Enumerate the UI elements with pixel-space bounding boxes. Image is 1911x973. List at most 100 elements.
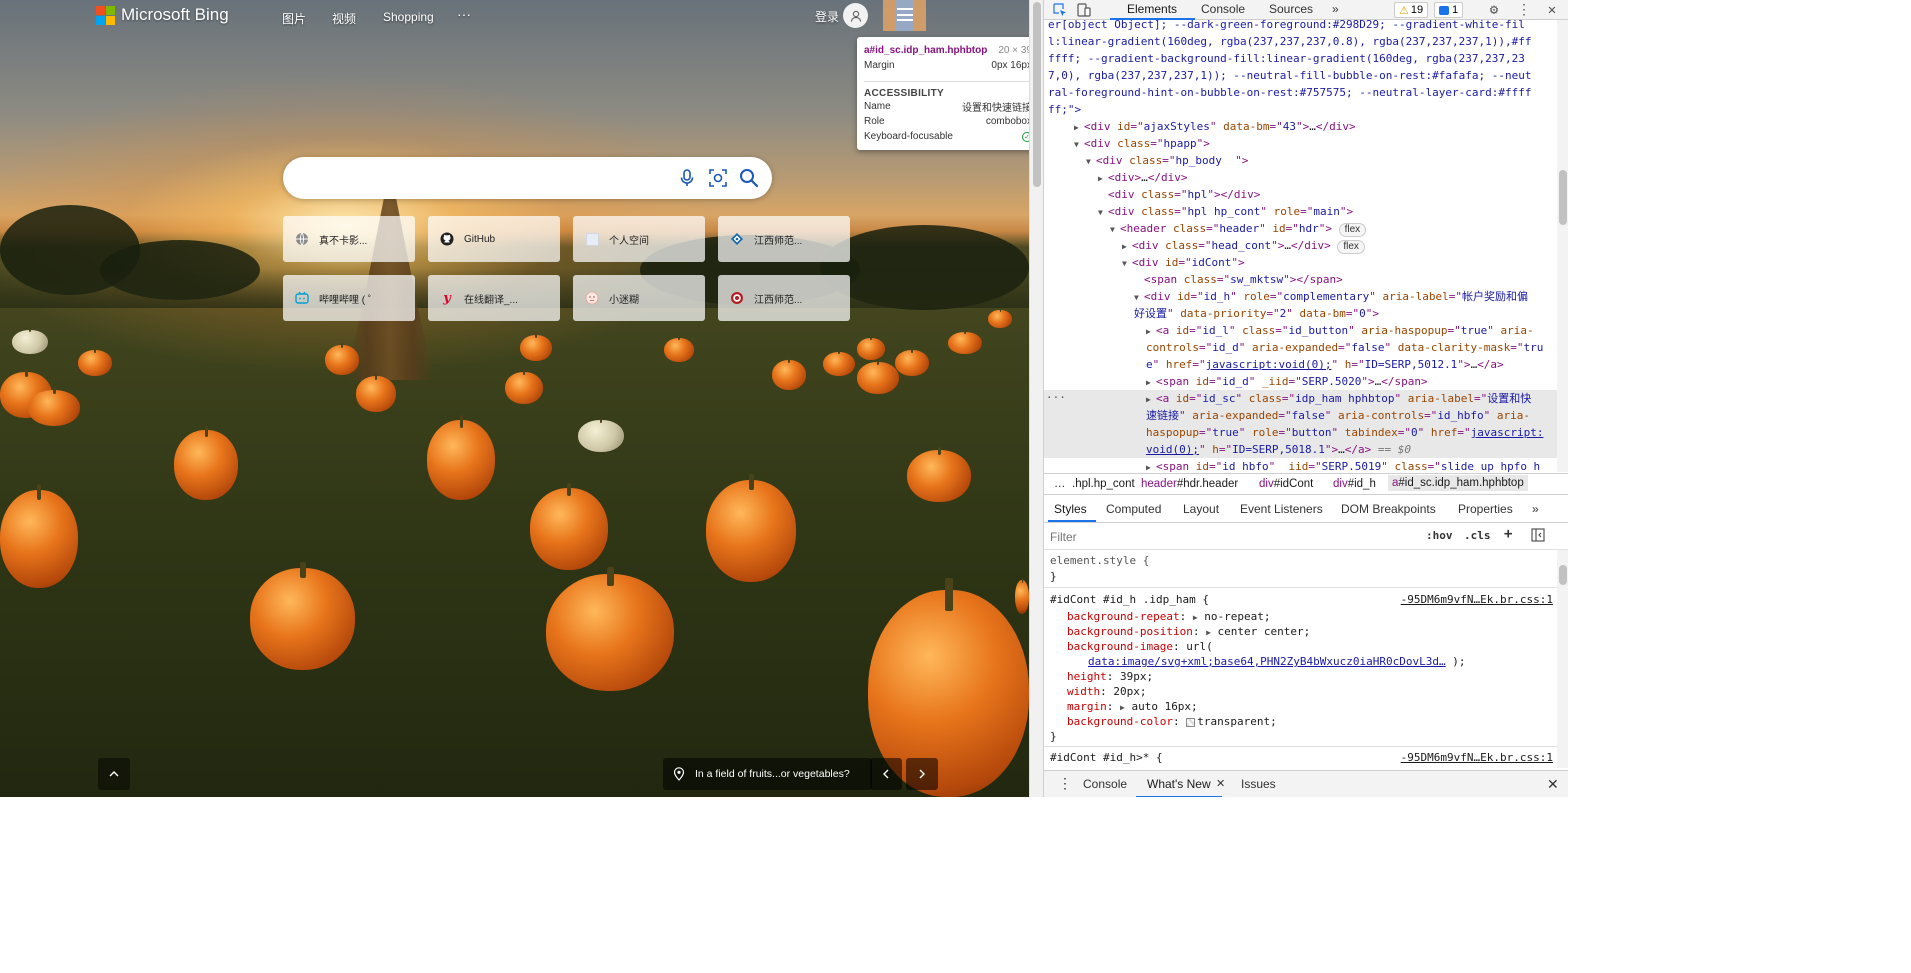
styles-scrollbar[interactable]: [1557, 550, 1568, 768]
href-link[interactable]: void(0);: [1146, 443, 1199, 456]
flex-badge[interactable]: flex: [1338, 223, 1367, 237]
collapse-arrow-icon[interactable]: ▼: [1086, 153, 1096, 170]
more-options-icon[interactable]: ⋮: [1516, 2, 1532, 18]
dom-line[interactable]: ff;">: [1044, 101, 1557, 118]
settings-gear-icon[interactable]: ⚙: [1486, 2, 1502, 18]
css-property[interactable]: background-repeat: ▶ no-repeat;: [1044, 609, 1557, 624]
quicklink-tile[interactable]: 真不卡影...: [283, 216, 415, 262]
bing-logo[interactable]: Microsoft Bing: [96, 5, 229, 25]
dom-tree-scrollbar-thumb[interactable]: [1559, 170, 1567, 225]
close-drawer-icon[interactable]: ✕: [1547, 776, 1559, 793]
expand-arrow-icon[interactable]: ▶: [1146, 459, 1156, 472]
css-property[interactable]: background-position: ▶ center center;: [1044, 624, 1557, 639]
dom-node-hp-cont[interactable]: ▼ <div class="hpl hp_cont" role="main">: [1044, 203, 1557, 220]
drawer-tab-whats-new[interactable]: What's New: [1147, 777, 1211, 791]
dom-line-wrap[interactable]: e" href="javascript:void(0);" h="ID=SERP…: [1044, 356, 1557, 373]
dom-node-id-sc[interactable]: ▶ <a id="id_sc" class="idp_ham hphbtop" a…: [1044, 390, 1557, 407]
dom-node-hpl[interactable]: <div class="hpl"></div>: [1044, 186, 1557, 203]
more-side-tabs-button[interactable]: »: [1532, 502, 1539, 516]
quicklink-tile[interactable]: 江西师范...: [718, 275, 850, 321]
expand-arrow-icon[interactable]: ▶: [1074, 119, 1084, 136]
expand-arrow-icon[interactable]: ▶: [1206, 628, 1211, 637]
sign-in-link[interactable]: 登录: [815, 8, 839, 25]
tab-elements[interactable]: Elements: [1127, 2, 1177, 16]
nav-shopping[interactable]: Shopping: [383, 10, 434, 24]
dom-line-wrap[interactable]: 好设置" data-priority="2" data-bm="0">: [1044, 305, 1557, 322]
search-input[interactable]: [301, 167, 671, 189]
tab-console[interactable]: Console: [1201, 2, 1245, 16]
dom-node-idcont[interactable]: ▼ <div id="idCont">: [1044, 254, 1557, 271]
device-toolbar-icon[interactable]: [1076, 2, 1092, 18]
drawer-tab-console[interactable]: Console: [1083, 777, 1127, 791]
nav-more-icon[interactable]: ···: [457, 6, 471, 22]
dom-line-wrap[interactable]: controls="id_d" aria-expanded="false" da…: [1044, 339, 1557, 356]
breadcrumb-item[interactable]: div#idCont: [1259, 478, 1313, 490]
dom-node-id-l[interactable]: ▶ <a id="id_l" class="id_button" aria-has…: [1044, 322, 1557, 339]
dom-node-ajaxstyles[interactable]: ▶ <div id="ajaxStyles" data-bm="43">…</di…: [1044, 118, 1557, 135]
href-link[interactable]: javascript:: [1471, 426, 1544, 439]
quicklink-tile[interactable]: GitHub: [428, 216, 560, 262]
tab-computed[interactable]: Computed: [1106, 502, 1161, 516]
quicklink-tile[interactable]: 江西师范...: [718, 216, 850, 262]
more-tabs-button[interactable]: »: [1332, 2, 1339, 16]
dom-node-id-d[interactable]: ▶ <span id="id_d" _iid="SERP.5020">…</spa…: [1044, 373, 1557, 390]
dom-tree-scrollbar[interactable]: [1557, 20, 1568, 472]
css-property[interactable]: background-image: url(: [1044, 639, 1557, 654]
styles-scrollbar-thumb[interactable]: [1559, 565, 1567, 585]
dom-node-hpapp[interactable]: ▼ <div class="hpapp">: [1044, 135, 1557, 152]
class-toggle[interactable]: .cls: [1464, 529, 1491, 542]
dom-line[interactable]: ffff; --gradient-background-fill:linear-…: [1044, 50, 1557, 67]
tab-dom-breakpoints[interactable]: DOM Breakpoints: [1341, 502, 1436, 516]
tab-event-listeners[interactable]: Event Listeners: [1240, 502, 1323, 516]
expand-arrow-icon[interactable]: ▶: [1193, 613, 1198, 622]
rule-selector[interactable]: #idCont #id_h .idp_ham { -95DM6m9vfN…Ek.…: [1044, 592, 1557, 607]
toggle-sidebar-icon[interactable]: [1531, 528, 1545, 545]
previous-image-button[interactable]: [870, 758, 902, 790]
quicklink-tile[interactable]: 小迷糊: [573, 275, 705, 321]
scroll-up-button[interactable]: [98, 758, 130, 790]
css-property[interactable]: width: 20px;: [1044, 684, 1557, 699]
css-property[interactable]: height: 39px;: [1044, 669, 1557, 684]
messages-badge[interactable]: 1: [1434, 2, 1464, 18]
dom-line-wrap[interactable]: 速链接" aria-expanded="false" aria-controls…: [1044, 407, 1557, 424]
breadcrumb-item[interactable]: .hpl.hp_cont: [1072, 478, 1135, 490]
breadcrumb-item-selected[interactable]: a#id_sc.idp_ham.hphbtop: [1388, 475, 1528, 491]
collapse-arrow-icon[interactable]: ▼: [1122, 255, 1132, 272]
hamburger-menu-icon[interactable]: [897, 8, 913, 21]
dom-node-id-h[interactable]: ▼ <div id="id_h" role="complementary" ari…: [1044, 288, 1557, 305]
drawer-menu-icon[interactable]: ⋮: [1058, 775, 1072, 792]
warnings-badge[interactable]: ⚠ 19: [1394, 2, 1429, 18]
element-style-selector[interactable]: element.style {: [1044, 553, 1557, 568]
color-swatch-icon[interactable]: [1186, 717, 1196, 727]
next-image-button[interactable]: [906, 758, 938, 790]
dom-line[interactable]: er[object Object]; --dark-green-foregrou…: [1044, 20, 1557, 33]
flex-badge[interactable]: flex: [1337, 240, 1365, 254]
breadcrumb-item[interactable]: header#hdr.header: [1141, 478, 1238, 490]
collapse-arrow-icon[interactable]: ▼: [1110, 221, 1120, 238]
close-icon[interactable]: ✕: [1544, 2, 1560, 18]
page-scrollbar-thumb[interactable]: [1033, 2, 1041, 187]
breadcrumb-item[interactable]: div#id_h: [1333, 478, 1376, 490]
dom-node-hp-body[interactable]: ▼ <div class="hp_body ">: [1044, 152, 1557, 169]
microphone-icon[interactable]: [676, 167, 698, 189]
rule-source-link[interactable]: -95DM6m9vfN…Ek.br.css:1: [1401, 592, 1553, 607]
inspect-element-icon[interactable]: [1052, 2, 1068, 18]
nav-videos[interactable]: 视频: [332, 10, 356, 27]
quicklink-tile[interactable]: 哔哩哔哩 ( ゜: [283, 275, 415, 321]
new-rule-plus-icon[interactable]: +: [1504, 526, 1512, 542]
drawer-tab-issues[interactable]: Issues: [1241, 777, 1276, 791]
rule-selector[interactable]: #idCont #id_h>* { -95DM6m9vfN…Ek.br.css:…: [1044, 750, 1557, 765]
expand-arrow-icon[interactable]: ▶: [1120, 703, 1125, 712]
breadcrumb-more[interactable]: …: [1054, 478, 1066, 490]
dom-node-div[interactable]: ▶ <div>…</div>: [1044, 169, 1557, 186]
dom-line-wrap[interactable]: haspopup="true" role="button" tabindex="…: [1044, 424, 1557, 441]
tab-sources[interactable]: Sources: [1269, 2, 1313, 16]
dom-line[interactable]: 7,0), rgba(237,237,237,1)); --neutral-fi…: [1044, 67, 1557, 84]
styles-filter-input[interactable]: [1050, 528, 1410, 546]
expand-arrow-icon[interactable]: ▶: [1098, 170, 1108, 187]
expand-arrow-icon[interactable]: ▶: [1146, 391, 1156, 408]
visual-search-icon[interactable]: [707, 167, 729, 189]
tab-layout[interactable]: Layout: [1183, 502, 1219, 516]
collapse-arrow-icon[interactable]: ▼: [1074, 136, 1084, 153]
user-avatar-icon[interactable]: [843, 3, 868, 28]
